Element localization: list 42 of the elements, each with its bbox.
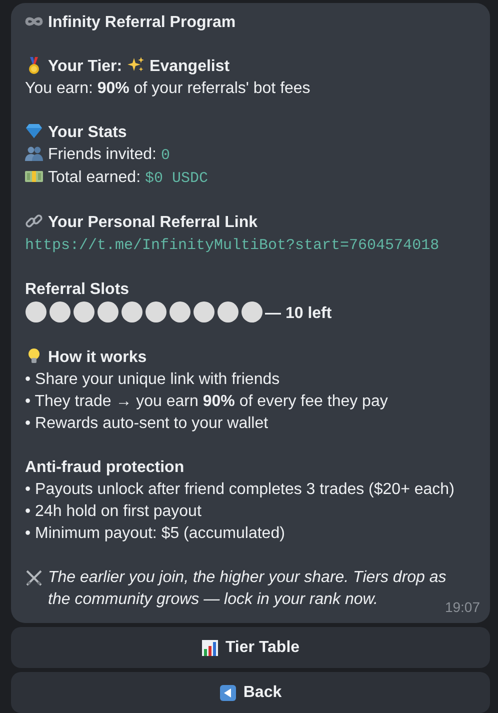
crossed-swords-icon [25, 569, 43, 587]
keyboard-button[interactable]: Back [11, 672, 490, 713]
heading-text: Anti-fraud protection [25, 459, 184, 476]
empty-slot-icon [169, 301, 191, 323]
message-time: 19:07 [444, 599, 480, 615]
message-text: • They trade → you earn 90% of every fee they pay [25, 393, 388, 410]
back-icon [219, 684, 238, 702]
bar-chart-icon [201, 638, 220, 656]
empty-slot-icon [241, 301, 263, 323]
infinity-icon [25, 17, 43, 26]
message-text: • Minimum payout: $5 (accumulated) [25, 525, 285, 542]
message-text: The earlier you join, the higher your share. Tiers drop as the community grows — lock in your rank now. [48, 568, 446, 608]
message-text: Friends invited: [48, 146, 156, 163]
message-text: • Payouts unlock after friend completes 3 trades ($20+ each) [25, 481, 454, 498]
message-text: • 24h hold on first payout [25, 503, 202, 520]
empty-slot-icon [217, 301, 239, 323]
people-icon [25, 144, 43, 162]
heading-text: Your Stats [48, 124, 127, 141]
message-text: • Share your unique link with friends [25, 371, 280, 388]
heading-text: Your Tier: [48, 58, 122, 75]
link-icon [25, 212, 43, 230]
heading-text: How it works [48, 349, 147, 366]
stat-value: 0 [160, 147, 170, 164]
message-text: — 10 left [265, 305, 332, 322]
empty-slot-icon [121, 301, 143, 323]
keyboard-button[interactable]: Tier Table [11, 627, 490, 668]
empty-slot-icon [97, 301, 119, 323]
heading-text: Referral Slots [25, 281, 130, 298]
empty-slot-icon [25, 301, 47, 323]
stat-value: $0 USDC [144, 170, 208, 187]
empty-slot-icon [193, 301, 215, 323]
message-text: • Rewards auto-sent to your wallet [25, 415, 268, 432]
heading-text: Infinity Referral Program [48, 14, 236, 31]
heading-text: Evangelist [150, 58, 230, 75]
referral-link[interactable]: https://t.me/InfinityMultiBot?start=7604574018 [25, 237, 440, 254]
empty-slot-icon [49, 301, 71, 323]
message-text: You earn: 90% of your referrals' bot fees [25, 80, 310, 97]
message-text: Total earned: [48, 169, 141, 186]
gem-icon [25, 122, 43, 140]
empty-slot-icon [145, 301, 167, 323]
empty-slot-icon [73, 301, 95, 323]
heading-text: Your Personal Referral Link [48, 214, 258, 231]
